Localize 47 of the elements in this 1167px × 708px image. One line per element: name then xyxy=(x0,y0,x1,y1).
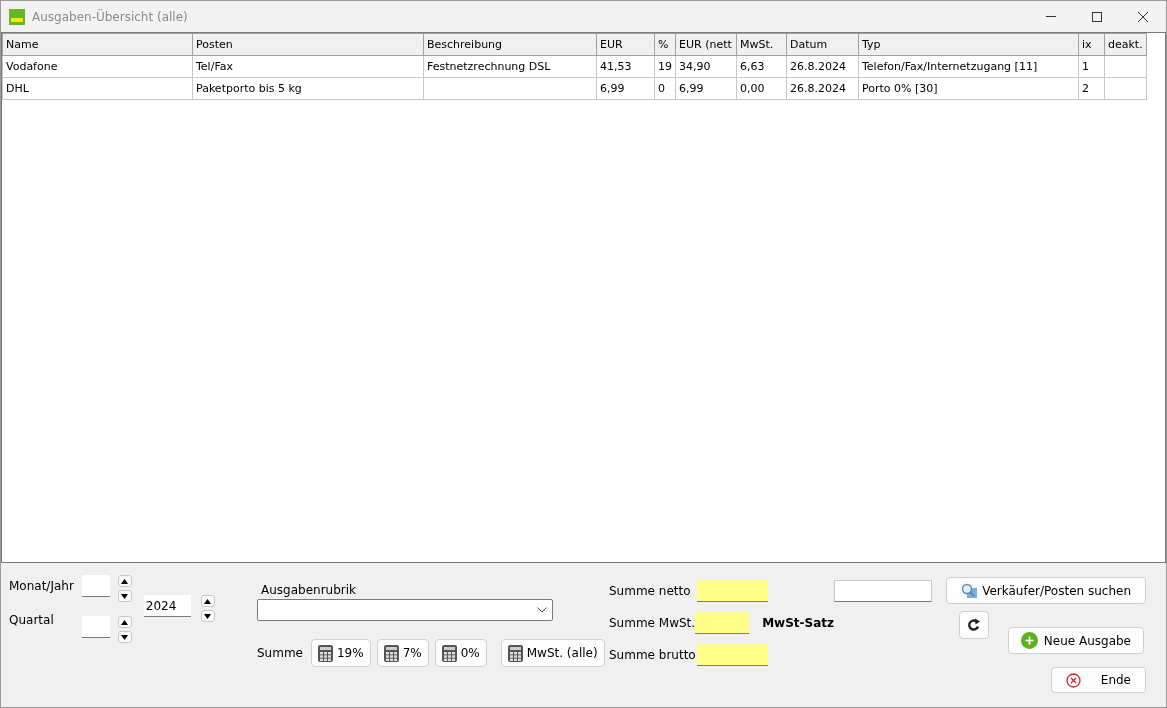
column-header[interactable]: EUR xyxy=(596,33,655,56)
category-label: Ausgabenrubrik xyxy=(261,583,357,597)
sum-label: Summe xyxy=(257,646,303,660)
table-cell: Paketporto bis 5 kg xyxy=(192,77,424,100)
sum-button[interactable]: 7% xyxy=(376,639,429,667)
column-header[interactable]: ix xyxy=(1078,33,1105,56)
table-cell: Festnetzrechnung DSL xyxy=(423,55,597,78)
table-cell: Porto 0% [30] xyxy=(858,77,1079,100)
table-cell: 34,90 xyxy=(675,55,737,78)
table-cell: 1 xyxy=(1078,55,1105,78)
column-header[interactable]: Name xyxy=(2,33,193,56)
column-header[interactable]: MwSt. xyxy=(736,33,787,56)
table-cell: 0 xyxy=(654,77,676,100)
column-header[interactable]: Posten xyxy=(192,33,424,56)
sum-button[interactable]: 0% xyxy=(434,639,487,667)
new-expense-button[interactable]: Neue Ausgabe xyxy=(1007,627,1144,654)
table-cell: Tel/Fax xyxy=(192,55,424,78)
table-cell: 26.8.2024 xyxy=(786,55,859,78)
table-cell: 41,53 xyxy=(596,55,655,78)
sum-button[interactable]: 19% xyxy=(311,639,371,667)
column-header[interactable]: EUR (nett xyxy=(675,33,737,56)
vat-rate-label: MwSt-Satz xyxy=(762,616,834,630)
sum-button[interactable]: MwSt. (alle) xyxy=(500,639,605,667)
table-cell: DHL xyxy=(2,77,193,100)
table-cell: 6,99 xyxy=(596,77,655,100)
column-header[interactable]: deakt. xyxy=(1104,33,1147,56)
table-cell: 6,99 xyxy=(675,77,737,100)
search-vendor-button[interactable]: Verkäufer/Posten suchen xyxy=(946,577,1146,604)
table-cell: 6,63 xyxy=(736,55,787,78)
column-header[interactable]: Typ xyxy=(858,33,1079,56)
table-cell: 0,00 xyxy=(736,77,787,100)
total-label: Summe netto xyxy=(609,584,692,598)
total-label: Summe brutto xyxy=(609,648,697,662)
column-header[interactable]: Datum xyxy=(786,33,859,56)
table-cell: Vodafone xyxy=(2,55,193,78)
table-cell: 26.8.2024 xyxy=(786,77,859,100)
table-cell: Telefon/Fax/Internetzugang [11] xyxy=(858,55,1079,78)
quarter-label: Quartal xyxy=(9,613,55,627)
table-cell: 19 xyxy=(654,55,676,78)
column-header[interactable]: Beschreibung xyxy=(423,33,597,56)
window-title: Ausgaben-Übersicht (alle) xyxy=(32,9,188,24)
year-field[interactable]: 2024 xyxy=(143,595,191,617)
end-button[interactable]: Ende xyxy=(1050,667,1146,693)
month-year-label: Monat/Jahr xyxy=(9,579,74,593)
column-header[interactable]: % xyxy=(654,33,676,56)
total-label: Summe MwSt. xyxy=(609,616,696,630)
table-cell: 2 xyxy=(1078,77,1105,100)
